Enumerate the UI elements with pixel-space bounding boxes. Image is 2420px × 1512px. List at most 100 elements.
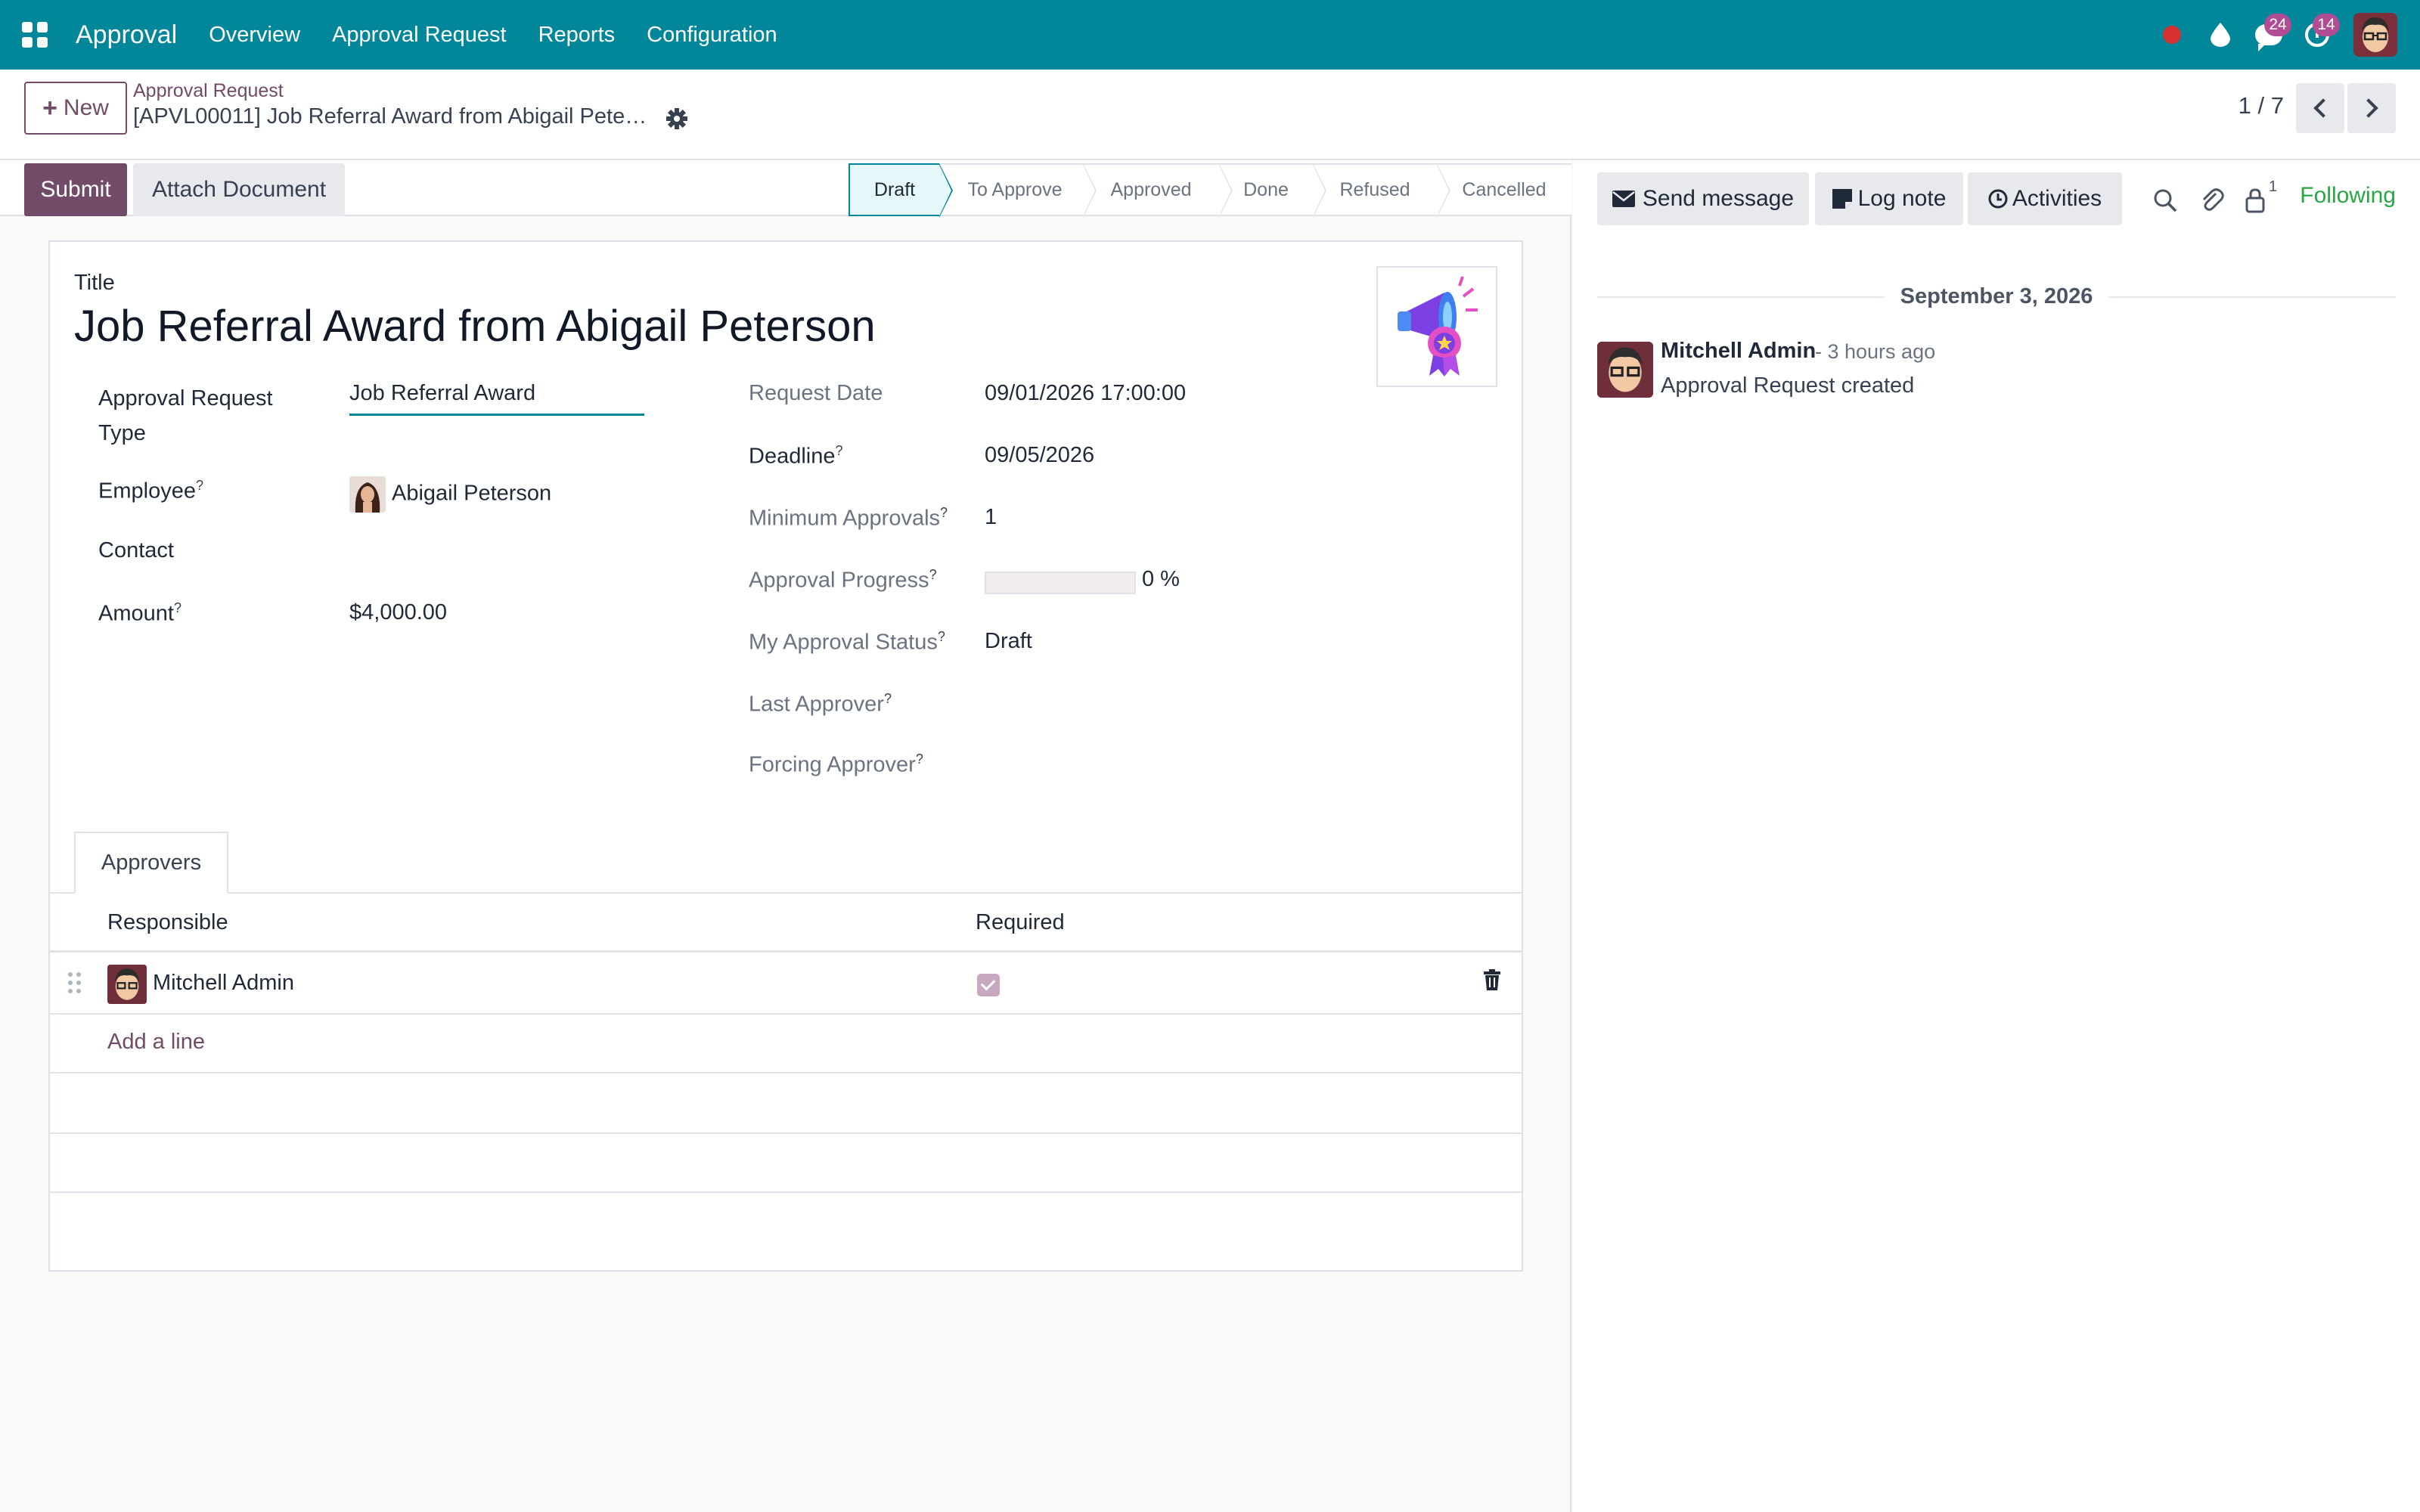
request-date-label: Request Date xyxy=(749,381,883,406)
help-tooltip-icon[interactable]: ? xyxy=(929,567,937,582)
table-row-add: Add a line xyxy=(50,1015,1522,1074)
water-drop-icon[interactable] xyxy=(2196,0,2245,70)
envelope-icon xyxy=(1612,191,1635,207)
trash-icon[interactable] xyxy=(1484,969,1500,990)
approver-avatar xyxy=(107,965,147,1004)
table-row-empty xyxy=(50,1134,1522,1193)
pager-previous-button[interactable] xyxy=(2296,83,2344,133)
attach-document-button[interactable]: Attach Document xyxy=(133,163,345,216)
new-button[interactable]: + New xyxy=(24,82,127,135)
approval-type-field[interactable]: Job Referral Award xyxy=(349,381,644,416)
help-tooltip-icon[interactable]: ? xyxy=(196,478,203,493)
menu-configuration[interactable]: Configuration xyxy=(647,23,777,48)
stage-draft[interactable]: Draft xyxy=(849,163,953,218)
min-approvals-value: 1 xyxy=(985,505,997,529)
table-row-empty xyxy=(50,1074,1522,1134)
message-time: - 3 hours ago xyxy=(1815,340,1936,363)
menu-overview[interactable]: Overview xyxy=(209,23,300,48)
paperclip-icon[interactable] xyxy=(2199,187,2225,213)
chevron-right-icon xyxy=(2359,98,2378,118)
activities-clock-icon[interactable]: 14 xyxy=(2293,0,2341,70)
following-button[interactable]: Following xyxy=(2300,183,2396,209)
employee-value: Abigail Peterson xyxy=(392,481,552,506)
title-field[interactable]: Job Referral Award from Abigail Peterson xyxy=(74,301,876,352)
approver-name[interactable]: Mitchell Admin xyxy=(153,971,294,996)
stage-done[interactable]: Done xyxy=(1219,163,1326,218)
stage-cancelled[interactable]: Cancelled xyxy=(1437,163,1571,216)
stage-refused[interactable]: Refused xyxy=(1313,163,1450,218)
help-tooltip-icon[interactable]: ? xyxy=(938,629,945,644)
help-tooltip-icon[interactable]: ? xyxy=(174,600,182,615)
message-body: Approval Request created xyxy=(1661,373,1915,398)
help-tooltip-icon[interactable]: ? xyxy=(940,505,948,520)
message-author[interactable]: Mitchell Admin xyxy=(1661,339,1816,364)
systray: 24 14 xyxy=(2148,0,2420,70)
forcing-approver-label: Forcing Approver? xyxy=(749,751,923,778)
help-tooltip-icon[interactable]: ? xyxy=(835,443,842,458)
my-status-value: Draft xyxy=(985,629,1032,653)
main-menu: Overview Approval Request Reports Config… xyxy=(209,23,808,48)
request-date-field[interactable]: 09/01/2026 17:00:00 xyxy=(985,381,1186,406)
request-date-label-text: Request Date xyxy=(749,381,883,405)
deadline-label-text: Deadline xyxy=(749,444,836,469)
required-checkbox[interactable] xyxy=(977,974,1000,996)
new-button-label: New xyxy=(63,95,109,120)
megaphone-award-icon[interactable] xyxy=(1376,266,1497,387)
help-tooltip-icon[interactable]: ? xyxy=(916,751,923,767)
help-tooltip-icon[interactable]: ? xyxy=(884,691,892,706)
my-status-label: My Approval Status? xyxy=(749,629,945,655)
contact-label: Contact xyxy=(98,538,174,563)
recording-icon[interactable] xyxy=(2148,0,2196,70)
log-note-button[interactable]: Log note xyxy=(1815,172,1963,225)
app-menu-icon[interactable] xyxy=(0,0,70,70)
add-a-line-link[interactable]: Add a line xyxy=(107,1030,205,1055)
forcing-approver-label-text: Forcing Approver xyxy=(749,752,916,777)
my-status-label-text: My Approval Status xyxy=(749,630,938,655)
approvers-table-header: Responsible Required xyxy=(50,894,1522,953)
approval-progress-label-text: Approval Progress xyxy=(749,568,929,593)
stage-label: Done xyxy=(1243,178,1289,200)
last-approver-label-text: Last Approver xyxy=(749,692,884,717)
user-avatar[interactable] xyxy=(2353,13,2397,57)
menu-approval-request[interactable]: Approval Request xyxy=(332,23,507,48)
menu-reports[interactable]: Reports xyxy=(538,23,616,48)
stage-label: Approved xyxy=(1110,178,1192,200)
employee-field[interactable]: Abigail Peterson xyxy=(349,476,551,513)
activities-button[interactable]: Activities xyxy=(1968,172,2122,225)
clock-icon xyxy=(1988,189,2008,209)
contact-field[interactable] xyxy=(349,538,644,569)
log-note-label: Log note xyxy=(1857,186,1947,211)
type-label-line2: Type xyxy=(98,421,146,445)
column-responsible[interactable]: Responsible xyxy=(107,910,228,935)
submit-button[interactable]: Submit xyxy=(24,163,127,216)
followers-lock-icon[interactable] xyxy=(2243,187,2269,213)
plus-icon: + xyxy=(42,93,57,122)
table-row[interactable]: Mitchell Admin xyxy=(50,954,1522,1015)
send-message-label: Send message xyxy=(1642,186,1795,211)
deadline-label: Deadline? xyxy=(749,443,843,469)
gear-icon[interactable] xyxy=(666,107,688,130)
control-panel: + New Approval Request [APVL00011] Job R… xyxy=(0,70,2420,160)
chatter-panel: Send message Log note Activities 1 Follo… xyxy=(1573,160,2420,1512)
drag-handle-icon[interactable] xyxy=(68,972,81,993)
amount-label-text: Amount xyxy=(98,601,174,626)
pager-next-button[interactable] xyxy=(2347,83,2396,133)
deadline-field[interactable]: 09/05/2026 xyxy=(985,443,1094,468)
app-name[interactable]: Approval xyxy=(76,20,177,50)
search-icon[interactable] xyxy=(2152,187,2178,213)
breadcrumb-parent[interactable]: Approval Request xyxy=(133,80,284,102)
pager-value[interactable]: 1 / 7 xyxy=(2238,92,2284,119)
stage-pipeline: Draft To Approve Approved Done Refused C… xyxy=(849,163,1571,218)
stage-approved[interactable]: Approved xyxy=(1083,163,1233,218)
messages-icon[interactable]: 24 xyxy=(2245,0,2293,70)
message-author-avatar[interactable] xyxy=(1597,342,1653,398)
stage-label: Refused xyxy=(1339,178,1410,200)
column-required[interactable]: Required xyxy=(976,910,1065,935)
stage-to-approve[interactable]: To Approve xyxy=(939,163,1097,218)
amount-field[interactable]: $4,000.00 xyxy=(349,600,447,625)
min-approvals-label: Minimum Approvals? xyxy=(749,505,948,531)
send-message-button[interactable]: Send message xyxy=(1597,172,1809,225)
tab-approvers[interactable]: Approvers xyxy=(74,832,228,894)
amount-label: Amount? xyxy=(98,600,182,627)
top-navbar: Approval Overview Approval Request Repor… xyxy=(0,0,2420,70)
